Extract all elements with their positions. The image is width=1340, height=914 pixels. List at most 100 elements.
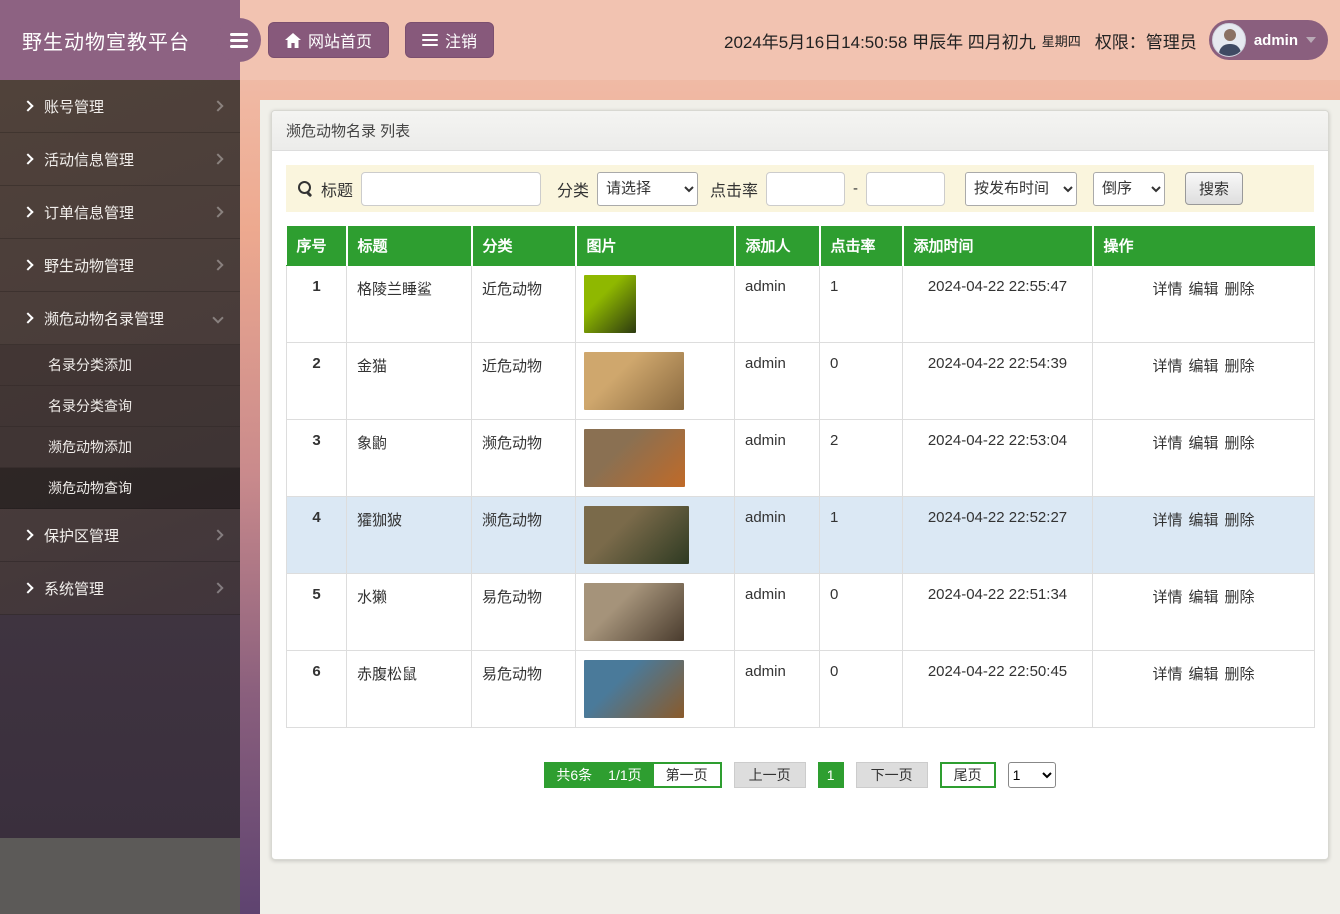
cell-added-time: 2024-04-22 22:51:34 [903, 574, 1093, 651]
sidebar-subitem-category-add[interactable]: 名录分类添加 [0, 345, 240, 386]
cell-image [576, 266, 735, 343]
sidebar-item-system[interactable]: 系统管理 [0, 562, 240, 615]
detail-link[interactable]: 详情 [1152, 589, 1182, 606]
animal-thumbnail [584, 660, 684, 718]
detail-link[interactable]: 详情 [1152, 281, 1182, 298]
delete-link[interactable]: 删除 [1225, 358, 1255, 375]
home-button[interactable]: 网站首页 [268, 22, 389, 58]
next-page-button[interactable]: 下一页 [856, 762, 928, 788]
chevron-right-icon [212, 529, 223, 540]
chevron-right-icon [22, 206, 33, 217]
title-filter-label: 标题 [321, 177, 353, 201]
cell-title: 赤腹松鼠 [347, 651, 472, 728]
header-title: 标题 [347, 226, 472, 266]
current-page-indicator[interactable]: 1 [818, 762, 844, 788]
delete-link[interactable]: 删除 [1225, 512, 1255, 529]
page-select[interactable]: 1 [1008, 762, 1056, 788]
sidebar-item-activity[interactable]: 活动信息管理 [0, 133, 240, 186]
edit-link[interactable]: 编辑 [1188, 281, 1218, 298]
table-row: 5 水獭 易危动物 admin 0 2024-04-22 22:51:34 详情… [287, 574, 1315, 651]
detail-link[interactable]: 详情 [1152, 435, 1182, 452]
delete-link[interactable]: 删除 [1225, 435, 1255, 452]
table-row: 1 格陵兰睡鲨 近危动物 admin 1 2024-04-22 22:55:47… [287, 266, 1315, 343]
sidebar-item-endangered-list[interactable]: 濒危动物名录管理 [0, 292, 240, 345]
cell-no: 2 [287, 343, 347, 420]
chevron-right-icon [212, 153, 223, 164]
panel-title: 濒危动物名录 列表 [286, 120, 410, 141]
brand-block: 野生动物宣教平台 [0, 0, 240, 80]
user-menu[interactable]: admin [1209, 20, 1328, 60]
cell-no: 4 [287, 497, 347, 574]
cell-operations: 详情编辑删除 [1093, 651, 1315, 728]
cell-clicks: 0 [820, 651, 903, 728]
delete-link[interactable]: 删除 [1225, 281, 1255, 298]
sidebar-subitem-category-query[interactable]: 名录分类查询 [0, 386, 240, 427]
edit-link[interactable]: 编辑 [1188, 589, 1218, 606]
cell-operations: 详情编辑删除 [1093, 574, 1315, 651]
table-header-row: 序号 标题 分类 图片 添加人 点击率 添加时间 操作 [287, 226, 1315, 266]
detail-link[interactable]: 详情 [1152, 358, 1182, 375]
header-operations: 操作 [1093, 226, 1315, 266]
chevron-down-icon [212, 312, 223, 323]
delete-link[interactable]: 删除 [1225, 589, 1255, 606]
edit-link[interactable]: 编辑 [1188, 512, 1218, 529]
clicks-filter-label: 点击率 [710, 177, 758, 201]
table-row-highlighted: 4 㺢㹢狓 濒危动物 admin 1 2024-04-22 22:52:27 详… [287, 497, 1315, 574]
panel-body: 标题 分类 请选择 点击率 - 按发布时间 倒序 搜索 [272, 151, 1328, 802]
chevron-right-icon [22, 529, 33, 540]
table-row: 6 赤腹松鼠 易危动物 admin 0 2024-04-22 22:50:45 … [287, 651, 1315, 728]
sort-order-select[interactable]: 倒序 [1093, 172, 1165, 206]
chevron-right-icon [22, 259, 33, 270]
logout-button[interactable]: 注销 [405, 22, 494, 58]
cell-image [576, 343, 735, 420]
datetime-text: 2024年5月16日14:50:58 甲辰年 四月初九 [724, 28, 1036, 53]
delete-link[interactable]: 删除 [1225, 666, 1255, 683]
search-button[interactable]: 搜索 [1185, 172, 1243, 205]
sidebar-item-label: 账号管理 [44, 96, 104, 117]
sidebar-item-orders[interactable]: 订单信息管理 [0, 186, 240, 239]
category-filter-label: 分类 [557, 177, 589, 201]
sidebar-item-label: 保护区管理 [44, 525, 119, 546]
sidebar-toggle-button[interactable] [217, 18, 261, 62]
hamburger-icon [230, 30, 248, 51]
cell-added-by: admin [735, 497, 820, 574]
last-page-button[interactable]: 尾页 [940, 762, 996, 788]
clicks-max-input[interactable] [866, 172, 945, 206]
total-count: 共6条 [556, 765, 592, 785]
header-image: 图片 [576, 226, 735, 266]
category-select[interactable]: 请选择 [597, 172, 698, 206]
prev-page-button[interactable]: 上一页 [734, 762, 806, 788]
sidebar-subitem-animal-query[interactable]: 濒危动物查询 [0, 468, 240, 509]
table-row: 2 金猫 近危动物 admin 0 2024-04-22 22:54:39 详情… [287, 343, 1315, 420]
title-filter-input[interactable] [361, 172, 541, 206]
cell-operations: 详情编辑删除 [1093, 266, 1315, 343]
chevron-right-icon [22, 582, 33, 593]
sidebar-item-label: 系统管理 [44, 578, 104, 599]
home-icon [285, 33, 301, 48]
header-category: 分类 [472, 226, 576, 266]
weekday-text: 星期四 [1042, 31, 1081, 50]
edit-link[interactable]: 编辑 [1188, 435, 1218, 452]
edit-link[interactable]: 编辑 [1188, 666, 1218, 683]
detail-link[interactable]: 详情 [1152, 666, 1182, 683]
sidebar-item-account[interactable]: 账号管理 [0, 80, 240, 133]
pagination: 共6条 1/1页 第一页 上一页 1 下一页 尾页 1 [286, 762, 1314, 788]
clicks-min-input[interactable] [766, 172, 845, 206]
sidebar-subitem-animal-add[interactable]: 濒危动物添加 [0, 427, 240, 468]
sidebar-item-reserve[interactable]: 保护区管理 [0, 509, 240, 562]
cell-added-by: admin [735, 651, 820, 728]
cell-title: 格陵兰睡鲨 [347, 266, 472, 343]
chevron-right-icon [22, 153, 33, 164]
cell-category: 近危动物 [472, 343, 576, 420]
cell-category: 易危动物 [472, 574, 576, 651]
logout-button-label: 注销 [445, 28, 477, 52]
detail-link[interactable]: 详情 [1152, 512, 1182, 529]
sidebar-item-wildlife[interactable]: 野生动物管理 [0, 239, 240, 292]
first-page-button[interactable]: 第一页 [652, 764, 720, 786]
edit-link[interactable]: 编辑 [1188, 358, 1218, 375]
sort-field-select[interactable]: 按发布时间 [965, 172, 1077, 206]
cell-title: 象鼩 [347, 420, 472, 497]
chevron-right-icon [22, 312, 33, 323]
cell-no: 3 [287, 420, 347, 497]
cell-clicks: 0 [820, 574, 903, 651]
